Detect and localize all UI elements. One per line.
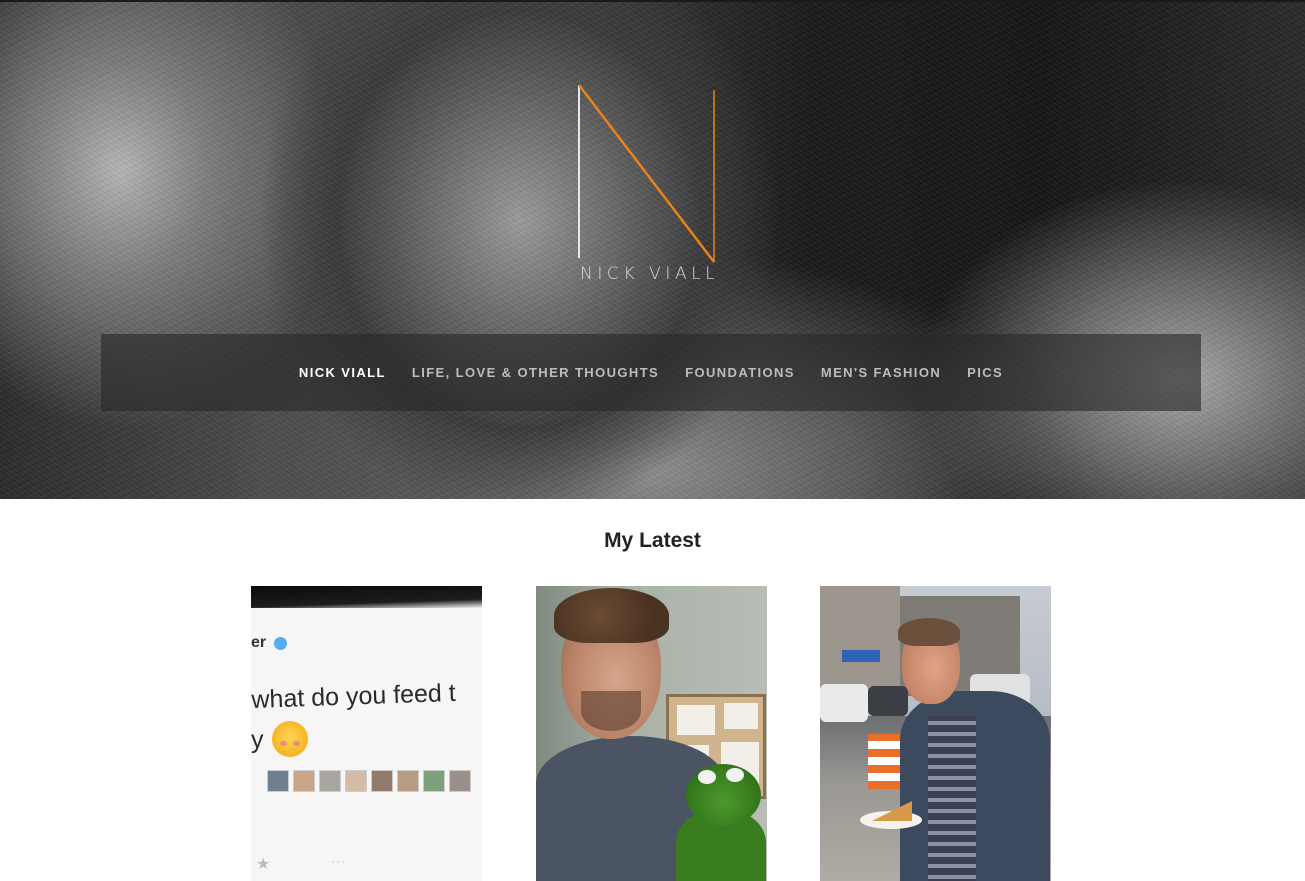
verified-icon: [274, 637, 287, 650]
liker-avatar: [449, 770, 471, 792]
person-striped-shirt: [928, 716, 976, 881]
kermit-head: [686, 764, 761, 826]
kermit-eye: [698, 770, 716, 784]
blush-emoji-icon: [272, 721, 308, 757]
liker-avatar: [345, 770, 367, 792]
liker-avatar: [397, 770, 419, 792]
nav-item-pics[interactable]: PICS: [954, 365, 1016, 380]
more-icon: ···: [331, 854, 346, 868]
logo-text: NICK VIALL: [580, 264, 720, 284]
liker-avatar: [319, 770, 341, 792]
liker-avatar: [293, 770, 315, 792]
main-nav: NICK VIALL LIFE, LOVE & OTHER THOUGHTS F…: [101, 334, 1201, 411]
nav-item-mens-fashion[interactable]: MEN'S FASHION: [808, 365, 954, 380]
liker-avatar: [423, 770, 445, 792]
pinned-paper: [724, 703, 758, 729]
section-title-my-latest: My Latest: [604, 529, 701, 552]
awning: [842, 650, 880, 662]
liker-avatar: [371, 770, 393, 792]
logo-n-mark: [578, 84, 715, 263]
person-hair: [898, 618, 960, 646]
tweet-text-line2: y: [251, 726, 264, 754]
tweet-handle: er: [251, 634, 267, 651]
nav-item-nick-viall[interactable]: NICK VIALL: [286, 365, 399, 380]
tweet-text-line1: what do you feed t: [251, 678, 457, 714]
hero-top-edge: [0, 0, 1305, 2]
site-logo[interactable]: NICK VIALL: [574, 80, 724, 295]
favorite-icon: ★: [256, 856, 271, 873]
latest-card-tweet[interactable]: er what do you feed t y ★ ···: [251, 586, 482, 881]
kermit-eye: [726, 768, 744, 782]
nav-item-life-love[interactable]: LIFE, LOVE & OTHER THOUGHTS: [399, 365, 672, 380]
nav-item-foundations[interactable]: FOUNDATIONS: [672, 365, 808, 380]
pinned-paper: [677, 705, 715, 735]
latest-card-street-photo[interactable]: [820, 586, 1051, 881]
hero-banner: NICK VIALL NICK VIALL LIFE, LOVE & OTHER…: [0, 0, 1305, 499]
liker-avatar: [267, 770, 289, 792]
person-hair: [554, 588, 669, 643]
tweet-top-edge: [251, 586, 482, 608]
person-beard: [581, 691, 641, 731]
latest-card-kermit-photo[interactable]: [536, 586, 767, 881]
parked-car: [820, 684, 868, 722]
tweet-likers-thumbnails: [251, 770, 482, 800]
parked-car: [868, 686, 908, 716]
